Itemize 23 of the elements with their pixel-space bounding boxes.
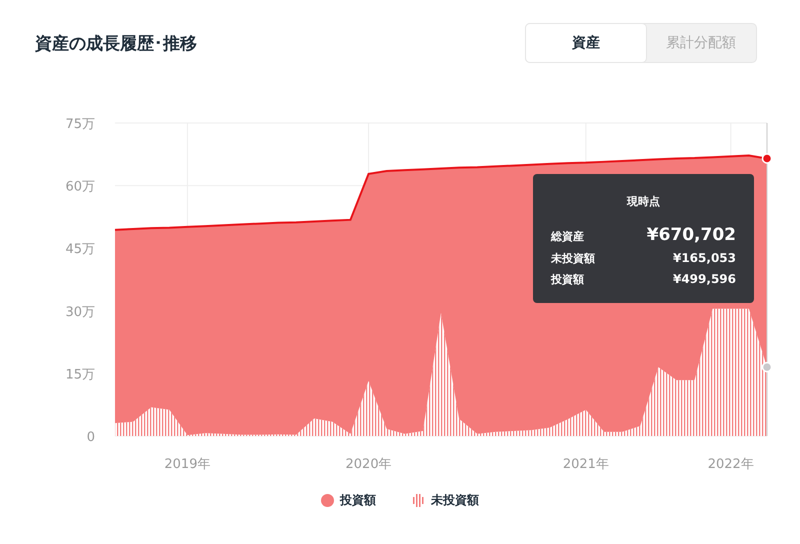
x-axis-label: 2021年 — [562, 457, 609, 472]
y-axis-label: 60万 — [65, 180, 95, 195]
legend-label: 投資額 — [340, 492, 376, 509]
legend-label: 未投資額 — [431, 492, 479, 509]
tab[interactable]: 資産 — [526, 24, 646, 62]
x-axis-label: 2020年 — [346, 457, 392, 472]
tooltip-label: 投資額 — [551, 272, 584, 287]
y-axis-label: 30万 — [65, 304, 95, 320]
tooltip-label: 未投資額 — [551, 251, 595, 266]
tooltip-value: ¥670,702 — [646, 225, 736, 245]
y-axis-label: 0 — [86, 430, 95, 445]
uninvested-point-marker — [762, 362, 772, 372]
tooltip-label: 総資産 — [551, 229, 584, 244]
chart-title: 資産の成長履歴･推移 — [35, 32, 197, 54]
y-axis-label: 15万 — [65, 367, 95, 382]
y-axis-label: 75万 — [65, 117, 95, 132]
x-axis-label: 2019年 — [164, 457, 210, 472]
tooltip-title: 現時点 — [626, 194, 661, 209]
tooltip-value: ¥165,053 — [672, 251, 736, 265]
tooltip-value: ¥499,596 — [672, 272, 736, 286]
total-point-marker — [762, 153, 772, 164]
x-axis-label: 2022年 — [708, 457, 754, 472]
y-axis-label: 45万 — [65, 242, 95, 258]
